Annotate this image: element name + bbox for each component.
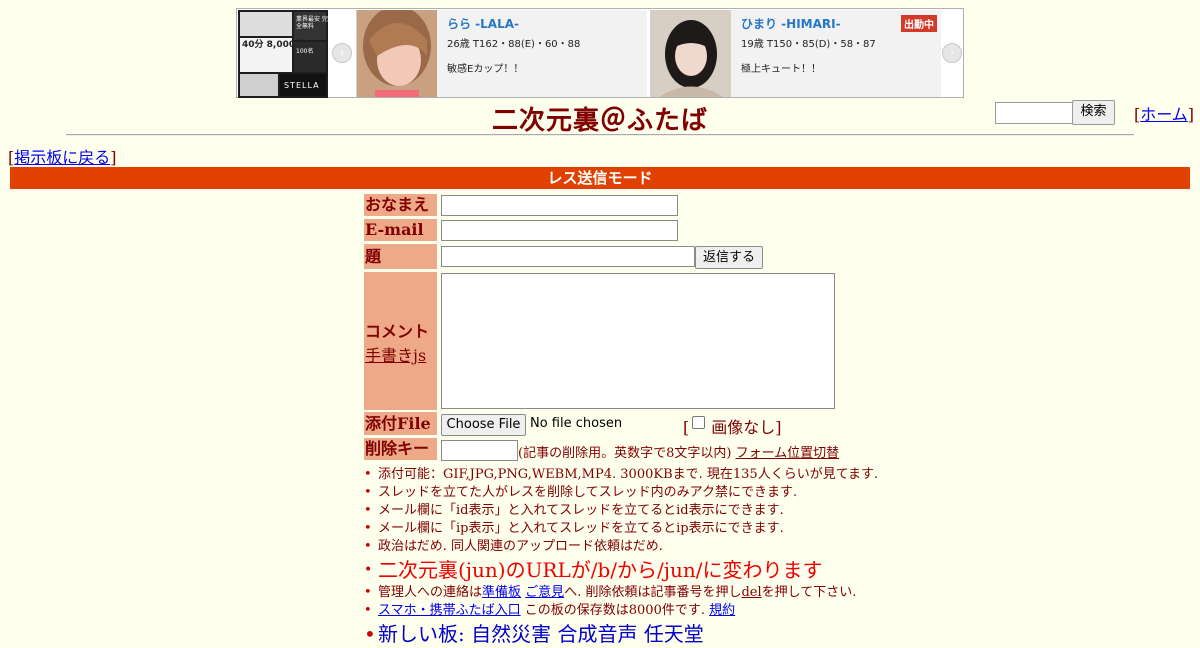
rule-ip-display: メール欄に「ip表示」と入れてスレッドを立てるとip表示にできます. xyxy=(364,520,878,538)
poster-text: 業界最安 完全無料 xyxy=(296,16,328,30)
poster-hundred: 100名 xyxy=(296,48,314,55)
del-link[interactable]: del xyxy=(741,585,761,600)
home-bracket-close: ] xyxy=(1187,105,1195,124)
rule-thread-ban: スレッドを立てた人がレスを削除してスレッド内のみアク禁にできます. xyxy=(364,484,878,502)
form-position-toggle-link[interactable]: フォーム位置切替 xyxy=(736,446,840,461)
header-divider xyxy=(66,134,1134,136)
noimage-bracket-close: ] xyxy=(775,418,782,437)
card-name[interactable]: らら -LALA- xyxy=(447,15,647,32)
new-boards-notice[interactable]: 新しい板: 自然災害 合成音声 任天堂 xyxy=(364,620,878,648)
email-label: E-mail xyxy=(364,219,437,241)
contact-middle: へ. 削除依頼は記事番号を押し xyxy=(564,585,742,600)
rules-list: 添付可能：GIF,JPG,PNG,WEBM,MP4. 3000KBまで. 現在1… xyxy=(364,466,878,648)
file-status: No file chosen xyxy=(530,416,623,431)
rule-mobile: スマホ・携帯ふたば入口 この板の保存数は8000件です. 規約 xyxy=(364,602,878,620)
delete-key-field[interactable] xyxy=(441,440,518,461)
prep-board-link[interactable]: 準備板 xyxy=(482,585,521,600)
comment-label: コメント xyxy=(365,322,430,341)
comment-textarea[interactable] xyxy=(441,273,835,409)
search-button[interactable]: 検索 xyxy=(1072,100,1115,125)
subject-field[interactable] xyxy=(441,246,695,267)
name-label: おなまえ xyxy=(364,194,437,216)
contact-prefix: 管理人への連絡は xyxy=(378,585,483,600)
banner-card-lala[interactable]: らら -LALA- 26歳 T162・88(E)・60・88 敏感Eカップ！！ xyxy=(356,10,647,97)
card-catchphrase: 敏感Eカップ！！ xyxy=(447,64,524,75)
card-stats: 19歳 T150・85(D)・58・87 xyxy=(741,39,876,50)
choose-file-button[interactable]: Choose File xyxy=(441,414,526,436)
subject-label: 題名 xyxy=(364,244,437,291)
delete-key-label: 削除キー xyxy=(364,438,437,460)
search-input[interactable] xyxy=(995,102,1075,124)
ad-banner[interactable]: 40分 8,000円 業界最安 完全無料 100名 STELLA ‹ らら -L… xyxy=(236,8,964,98)
banner-prev-arrow-icon[interactable]: ‹ xyxy=(332,43,352,63)
delete-key-note: (記事の削除用。英数字で8文字以内) xyxy=(518,446,732,461)
mobile-entrance-link[interactable]: スマホ・携帯ふたば入口 xyxy=(378,603,521,618)
email-field[interactable] xyxy=(441,220,678,241)
banner-card-himari[interactable]: ひまり -HIMARI- 19歳 T150・85(D)・58・87 極上キュート… xyxy=(650,10,941,97)
storage-text: この板の保存数は8000件です. xyxy=(524,603,705,618)
rule-attachment: 添付可能：GIF,JPG,PNG,WEBM,MP4. 3000KBまで. 現在1… xyxy=(364,466,878,484)
profile-photo[interactable] xyxy=(357,10,437,97)
card-stats: 26歳 T162・88(E)・60・88 xyxy=(447,39,581,50)
comment-label-cell: コメント 手書きjs xyxy=(364,272,437,410)
feedback-link[interactable]: ご意見 xyxy=(525,585,564,600)
delete-key-note-wrapper: (記事の削除用。英数字で8文字以内) フォーム位置切替 xyxy=(518,442,839,461)
terms-link[interactable]: 規約 xyxy=(709,603,735,618)
name-field[interactable] xyxy=(441,195,678,216)
home-link[interactable]: ホーム xyxy=(1140,105,1188,124)
rule-politics: 政治はだめ. 同人関連のアップロード依頼はだめ. xyxy=(364,538,878,556)
contact-suffix: を押して下さい. xyxy=(761,585,857,600)
handwriting-js-link[interactable]: 手書きjs xyxy=(365,346,426,365)
file-label: 添付File xyxy=(364,412,437,435)
submit-reply-button[interactable]: 返信する xyxy=(695,246,763,269)
announcement-url-change: 二次元裏(jun)のURLが/b/から/jun/に変わります xyxy=(364,556,878,584)
rule-contact: 管理人への連絡は準備板 ご意見へ. 削除依頼は記事番号を押しdelを押して下さい… xyxy=(364,584,878,602)
back-bracket-close: ] xyxy=(110,148,117,167)
noimage-label: 画像なし xyxy=(711,418,776,437)
rule-id-display: メール欄に「id表示」と入れてスレッドを立てるとid表示にできます. xyxy=(364,502,878,520)
back-link-wrapper: [掲示板に戻る] xyxy=(8,144,117,168)
no-image-checkbox[interactable] xyxy=(692,416,705,429)
status-badge: 出勤中 xyxy=(901,15,937,32)
home-link-wrapper: [ホーム] xyxy=(1134,101,1194,125)
reply-mode-bar: レス送信モード xyxy=(10,167,1190,189)
card-catchphrase: 極上キュート！！ xyxy=(741,64,821,75)
back-to-board-link[interactable]: 掲示板に戻る xyxy=(14,148,110,167)
profile-photo[interactable] xyxy=(651,10,731,97)
banner-next-arrow-icon[interactable]: › xyxy=(942,43,962,63)
noimage-bracket-open: [ xyxy=(683,418,690,437)
ad-poster-image[interactable]: 40分 8,000円 業界最安 完全無料 100名 STELLA xyxy=(238,10,328,98)
poster-stella: STELLA xyxy=(284,81,320,90)
